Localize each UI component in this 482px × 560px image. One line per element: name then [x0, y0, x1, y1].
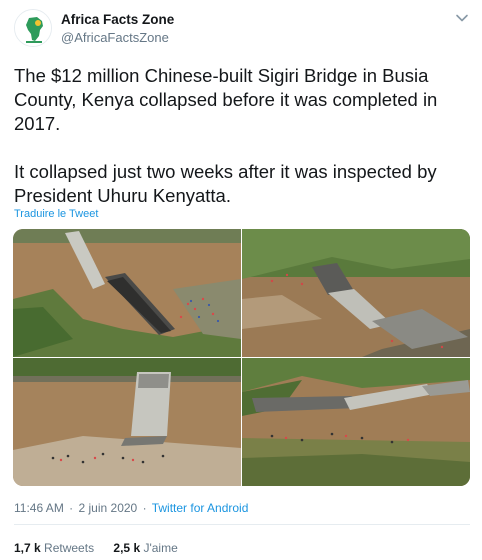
- photo-4[interactable]: [242, 358, 470, 486]
- author-name[interactable]: Africa Facts Zone: [61, 12, 174, 27]
- retweets-stat[interactable]: 1,7 k Retweets: [14, 541, 97, 555]
- photo-2[interactable]: [242, 229, 470, 357]
- tweet-date[interactable]: 2 juin 2020: [79, 501, 138, 515]
- likes-stat[interactable]: 2,5 k J'aime: [113, 541, 177, 555]
- tweet-text: The $12 million Chinese-built Sigiri Bri…: [14, 64, 466, 208]
- tweet-paragraph: It collapsed just two weeks after it was…: [14, 161, 437, 206]
- tweet-stats: 1,7 k Retweets 2,5 k J'aime: [14, 541, 194, 555]
- likes-count: 2,5 k: [113, 541, 141, 555]
- retweets-count: 1,7 k: [14, 541, 41, 555]
- chevron-down-icon[interactable]: [454, 10, 470, 26]
- africa-map-icon: [15, 10, 51, 46]
- tweet-time[interactable]: 11:46 AM: [14, 501, 64, 515]
- divider: [14, 524, 470, 525]
- tweet-meta: 11:46 AM · 2 juin 2020 · Twitter for And…: [14, 501, 248, 515]
- photo-3[interactable]: [13, 358, 241, 486]
- photo-1[interactable]: [13, 229, 241, 357]
- meta-separator: ·: [69, 501, 74, 515]
- tweet-card: Africa Facts Zone @AfricaFactsZone The $…: [0, 0, 482, 560]
- avatar[interactable]: [14, 9, 52, 47]
- author-handle[interactable]: @AfricaFactsZone: [61, 30, 169, 45]
- tweet-paragraph: The $12 million Chinese-built Sigiri Bri…: [14, 65, 438, 134]
- media-grid: [13, 229, 470, 486]
- tweet-source-link[interactable]: Twitter for Android: [152, 501, 249, 515]
- likes-label: J'aime: [143, 541, 178, 555]
- retweets-label: Retweets: [44, 541, 95, 555]
- meta-separator: ·: [142, 501, 147, 515]
- translate-tweet-link[interactable]: Traduire le Tweet: [14, 208, 98, 220]
